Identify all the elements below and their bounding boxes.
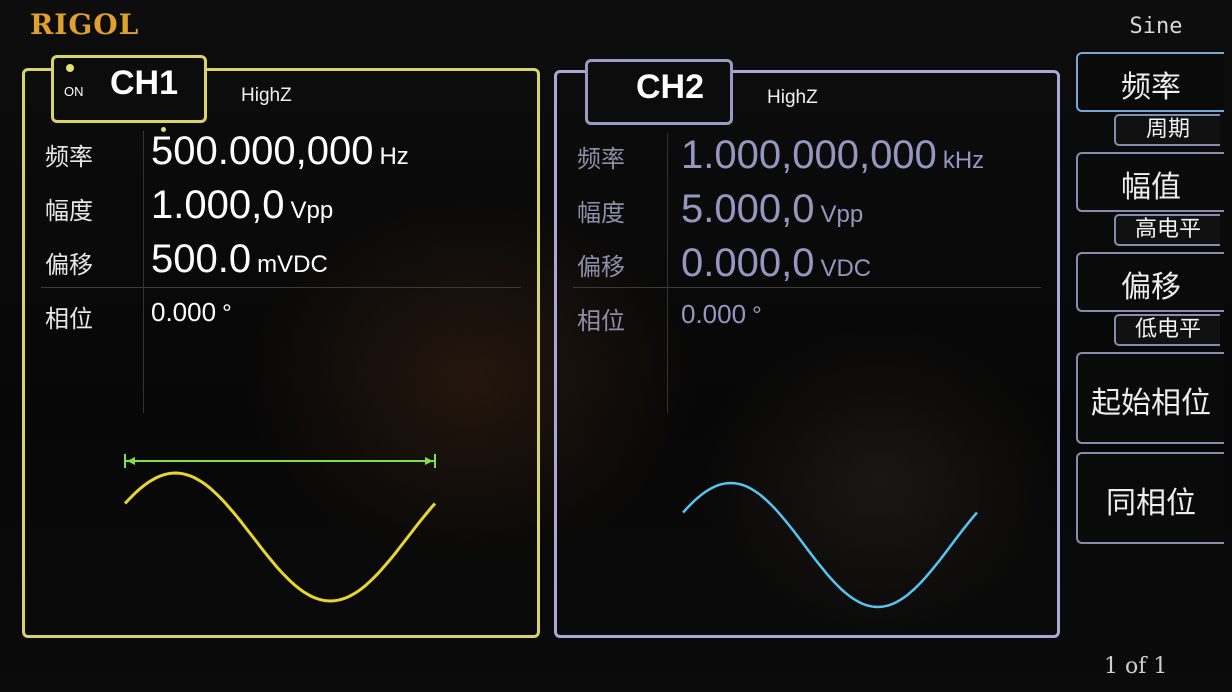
ch2-column-divider bbox=[667, 133, 668, 413]
softkey-offset[interactable]: 偏移 低电平 bbox=[1076, 252, 1224, 346]
ch1-phase-number: 0.000 bbox=[151, 297, 217, 327]
ch2-offset-number: 0.000,0 bbox=[681, 241, 815, 285]
ch1-output-state: ON bbox=[64, 84, 84, 99]
ch2-frequency-number: 1.000,000,000 bbox=[681, 133, 937, 177]
ch2-amplitude-number: 5.000,0 bbox=[681, 187, 815, 231]
softkey-amplitude-label: 幅值 bbox=[1121, 170, 1181, 205]
ch2-sine-trace bbox=[682, 481, 978, 609]
ch1-frequency-unit: Hz bbox=[379, 143, 409, 170]
ch2-frequency-label: 频率 bbox=[577, 145, 625, 173]
ch1-tab[interactable]: ON CH1 bbox=[51, 55, 207, 123]
ch1-offset-unit: mVDC bbox=[257, 251, 328, 278]
ch1-offset-value[interactable]: 500.0 mVDC bbox=[151, 237, 328, 282]
ch1-column-divider bbox=[143, 131, 144, 413]
ch1-offset-number: 500.0 bbox=[151, 237, 252, 281]
ch2-phase-value[interactable]: 0.000 ° bbox=[681, 299, 762, 330]
ch2-load: HighZ bbox=[767, 87, 818, 108]
ch1-amplitude-unit: Vpp bbox=[290, 197, 334, 224]
ch2-phase-label: 相位 bbox=[577, 307, 625, 335]
ch1-frequency-value[interactable]: 500.000,000 Hz bbox=[151, 129, 409, 174]
ch2-offset-value[interactable]: 0.000,0 VDC bbox=[681, 241, 871, 286]
softkey-frequency-label: 频率 bbox=[1121, 70, 1181, 105]
ch2-offset-unit: VDC bbox=[820, 255, 872, 282]
ch2-frequency-value[interactable]: 1.000,000,000 kHz bbox=[681, 133, 984, 178]
ch1-phase-label: 相位 bbox=[45, 305, 93, 333]
page-indicator: 1 of 1 bbox=[1104, 654, 1168, 679]
ch2-tab[interactable]: CH2 bbox=[585, 59, 733, 125]
softkey-start-phase-label: 起始相位 bbox=[1091, 386, 1211, 421]
ch1-output-indicator-icon bbox=[66, 64, 74, 72]
softkey-align-phase-label: 同相位 bbox=[1106, 486, 1196, 521]
softkey-start-phase[interactable]: 起始相位 bbox=[1076, 352, 1224, 444]
softkey-offset-label: 偏移 bbox=[1121, 270, 1181, 305]
ch1-load: HighZ bbox=[241, 85, 292, 106]
ch1-frequency-label: 频率 bbox=[45, 143, 93, 171]
ch2-panel[interactable]: CH2 HighZ 频率 1.000,000,000 kHz 幅度 5.000,0… bbox=[554, 59, 1060, 638]
ch1-phase-value[interactable]: 0.000 ° bbox=[151, 297, 232, 328]
brand-logo: RIGOL bbox=[30, 8, 140, 41]
ch2-frequency-unit: kHz bbox=[942, 147, 985, 174]
ch2-amplitude-label: 幅度 bbox=[577, 199, 625, 227]
ch1-phase-unit: ° bbox=[222, 300, 232, 327]
ch1-period-marker bbox=[124, 454, 436, 468]
ch2-amplitude-value[interactable]: 5.000,0 Vpp bbox=[681, 187, 863, 232]
ch1-panel[interactable]: ON CH1 HighZ 频率 500.000,000 Hz 幅度 1.000,0… bbox=[22, 55, 540, 638]
ch2-name: CH2 bbox=[636, 68, 705, 106]
waveform-title: Sine bbox=[1129, 14, 1183, 39]
ch1-amplitude-label: 幅度 bbox=[45, 197, 93, 225]
ch1-name: CH1 bbox=[110, 64, 179, 102]
softkey-amplitude[interactable]: 幅值 高电平 bbox=[1076, 152, 1224, 246]
ch1-separator bbox=[41, 287, 521, 288]
ch2-phase-number: 0.000 bbox=[681, 299, 747, 329]
softkey-align-phase[interactable]: 同相位 bbox=[1076, 452, 1224, 544]
ch2-waveform-preview bbox=[682, 481, 978, 609]
ch2-offset-label: 偏移 bbox=[577, 253, 625, 281]
softkey-high-level[interactable]: 高电平 bbox=[1114, 214, 1220, 246]
ch2-separator bbox=[573, 287, 1041, 288]
ch1-amplitude-value[interactable]: 1.000,0 Vpp bbox=[151, 183, 333, 228]
ch1-offset-label: 偏移 bbox=[45, 251, 93, 279]
softkey-frequency[interactable]: 频率 周期 bbox=[1076, 52, 1224, 146]
ch1-frequency-number: 500.000,000 bbox=[151, 129, 374, 173]
softkey-low-level[interactable]: 低电平 bbox=[1114, 314, 1220, 346]
ch1-amplitude-number: 1.000,0 bbox=[151, 183, 285, 227]
ch2-phase-unit: ° bbox=[752, 302, 762, 329]
ch2-amplitude-unit: Vpp bbox=[820, 201, 864, 228]
ch1-waveform-preview bbox=[123, 454, 437, 603]
ch1-sine-trace bbox=[123, 471, 437, 603]
generator-screen: RIGOL Sine ON CH1 HighZ 频率 500.000,000 Hz… bbox=[0, 0, 1232, 692]
softkey-period[interactable]: 周期 bbox=[1114, 114, 1220, 146]
